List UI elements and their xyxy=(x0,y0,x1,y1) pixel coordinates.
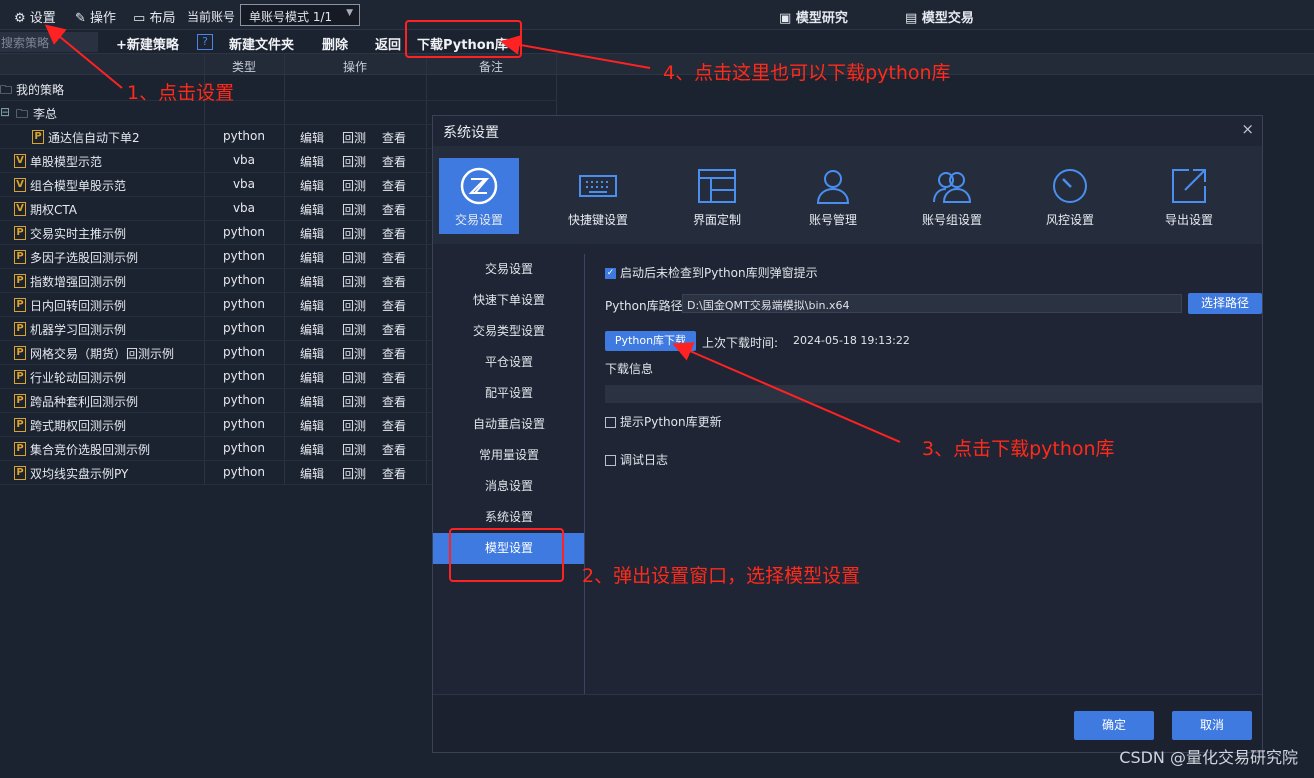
annotation-step4: 4、点击这里也可以下载python库 xyxy=(663,62,951,84)
annotation-step2: 2、弹出设置窗口，选择模型设置 xyxy=(582,565,861,587)
annotation-step3: 3、点击下载python库 xyxy=(922,438,1115,460)
annotation-step1: 1、点击设置 xyxy=(127,82,235,104)
watermark: CSDN @量化交易研究院 xyxy=(1119,748,1298,767)
annotation-arrows xyxy=(44,24,901,443)
